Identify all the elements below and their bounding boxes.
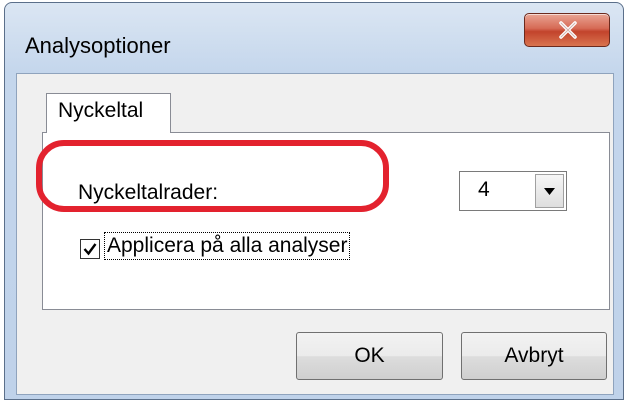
dropdown-button[interactable] [535, 174, 564, 208]
chevron-down-icon [544, 188, 555, 195]
rows-label: Nyckeltalrader: [78, 181, 219, 204]
close-icon [559, 21, 577, 39]
dialog-body: Nyckeltal Nyckeltalrader: 4 Applicera på… [16, 73, 614, 395]
cancel-button[interactable]: Avbryt [461, 332, 607, 380]
window-title: Analysoptioner [25, 33, 171, 58]
ok-button[interactable]: OK [296, 332, 443, 380]
checkmark-icon [83, 243, 97, 256]
apply-all-checkbox[interactable] [80, 239, 100, 259]
rows-select[interactable]: 4 [459, 171, 567, 211]
tab-label: Nyckeltal [58, 99, 144, 122]
close-button[interactable] [524, 13, 610, 47]
title-bar[interactable]: Analysoptioner [5, 3, 623, 69]
apply-all-label[interactable]: Applicera på alla analyser [103, 232, 351, 260]
rows-select-value: 4 [478, 178, 490, 201]
dialog-window: Analysoptioner Nyckeltal Nyckeltalrader:… [4, 2, 624, 400]
tab-nyckeltal[interactable]: Nyckeltal [46, 93, 171, 133]
tab-panel: Nyckeltalrader: 4 Applicera på alla anal… [42, 132, 610, 310]
